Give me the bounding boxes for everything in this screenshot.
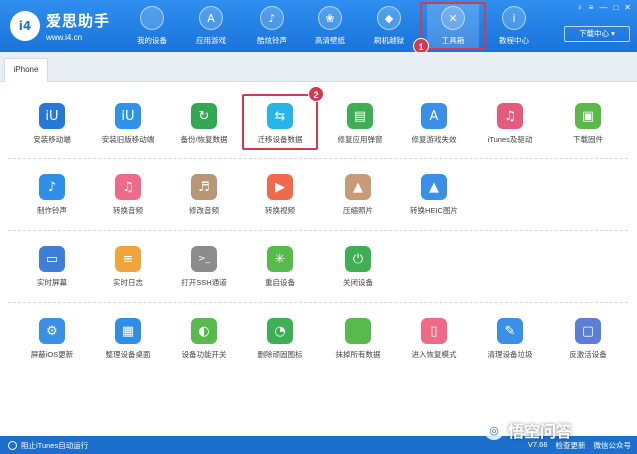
tool-erase-all-data[interactable]: 抹掉所有数据 [320, 318, 396, 370]
tool-convert-video[interactable]: ▶ 转换视频 [242, 174, 318, 226]
ringtone-icon: ♪ [39, 174, 65, 200]
tool-deactivate-device[interactable]: ▢ 反激活设备 [550, 318, 626, 370]
info-icon: i [502, 6, 526, 30]
tool-install-mobile[interactable]: iU 安装移动端 [14, 103, 90, 155]
edit-audio-icon: ♬ [191, 174, 217, 200]
erase-icon [345, 318, 371, 344]
itunes-autorun-toggle[interactable]: 阻止iTunes自动运行 [8, 440, 88, 451]
firmware-icon: ▣ [575, 103, 601, 129]
bell-icon: ♪ [260, 6, 284, 30]
wukong-logo-icon: ◎ [484, 420, 504, 440]
block-update-icon: ⚙ [39, 318, 65, 344]
tool-itunes-driver[interactable]: ♫ iTunes及驱动 [472, 103, 548, 155]
fix-game-icon: A [421, 103, 447, 129]
tool-convert-heic[interactable]: ▲ 转换HEIC图片 [396, 174, 472, 226]
deactivate-icon: ▢ [575, 318, 601, 344]
tab-iphone[interactable]: iPhone [4, 58, 48, 82]
menu-icon[interactable]: ≡ [589, 3, 594, 12]
close-icon[interactable]: ✕ [624, 3, 631, 12]
power-icon: ⏻ [345, 246, 371, 272]
delete-icon: ◔ [267, 318, 293, 344]
nav-ringtones[interactable]: ♪ 酷炫铃声 [246, 4, 298, 50]
tool-fix-game[interactable]: A 修复游戏失效 [396, 103, 472, 155]
dropbox-icon: ◆ [377, 6, 401, 30]
nav-apps-games[interactable]: A 应用游戏 [185, 4, 237, 50]
brand-url: www.i4.cn [46, 33, 83, 42]
tool-recovery-mode[interactable]: ▯ 进入恢复模式 [396, 318, 472, 370]
nav-tutorials[interactable]: i 教程中心 [488, 4, 540, 50]
heic-icon: ▲ [421, 174, 447, 200]
tool-delete-stubborn-icons[interactable]: ◔ 删除顽固图标 [242, 318, 318, 370]
compress-photo-icon: ▲ [345, 174, 371, 200]
row-divider [8, 230, 628, 231]
ssh-icon: >_ [191, 246, 217, 272]
top-bar: i4 爱思助手 www.i4.cn 我的设备 A 应用游戏 ♪ 酷炫铃声 ❀ 高… [0, 0, 637, 52]
nav-flash-jailbreak[interactable]: ◆ 刷机越狱 [363, 4, 415, 50]
shirt-icon[interactable]: ♀ [577, 3, 583, 12]
convert-video-icon: ▶ [267, 174, 293, 200]
nav-wallpapers[interactable]: ❀ 高清壁纸 [304, 4, 356, 50]
tool-clean-junk[interactable]: ✎ 清理设备垃圾 [472, 318, 548, 370]
maximize-icon[interactable]: □ [613, 3, 618, 12]
download-center-button[interactable]: 下载中心 ▾ [564, 26, 630, 42]
clean-icon: ✎ [497, 318, 523, 344]
fix-app-popup-icon: ▤ [347, 103, 373, 129]
restart-icon: ✳ [267, 246, 293, 272]
wukong-watermark: ◎ 悟空问答 [484, 418, 572, 442]
tool-device-switches[interactable]: ◐ 设备功能开关 [166, 318, 242, 370]
tool-block-ios-update[interactable]: ⚙ 屏蔽iOS更新 [14, 318, 90, 370]
minimize-icon[interactable]: — [599, 3, 607, 12]
tool-open-ssh[interactable]: >_ 打开SSH通道 [166, 246, 242, 298]
tool-organize-desktop[interactable]: ▦ 整理设备桌面 [90, 318, 166, 370]
convert-audio-icon: ♫ [115, 174, 141, 200]
wechat-link[interactable]: 微信公众号 [594, 440, 632, 451]
flower-icon: ❀ [318, 6, 342, 30]
screen-icon: ▭ [39, 246, 65, 272]
switch-icon: ◐ [191, 318, 217, 344]
row-divider [8, 302, 628, 303]
window-controls: ♀ ≡ — □ ✕ [577, 3, 631, 12]
migrate-highlight-box [242, 94, 318, 150]
i4-logo: i4 [10, 11, 40, 41]
tool-live-log[interactable]: ≡ 实时日志 [90, 246, 166, 298]
tool-download-firmware[interactable]: ▣ 下载固件 [550, 103, 626, 155]
backup-restore-icon: ↻ [191, 103, 217, 129]
annotation-badge-2: 2 [308, 86, 324, 102]
i4-legacy-app-icon: iU [115, 103, 141, 129]
itunes-icon: ♫ [497, 103, 523, 129]
tool-restart-device[interactable]: ✳ 重启设备 [242, 246, 318, 298]
tool-edit-audio[interactable]: ♬ 修改音频 [166, 174, 242, 226]
tool-fix-app-popup[interactable]: ▤ 修复应用弹窗 [322, 103, 398, 155]
radio-icon [8, 441, 17, 450]
desktop-icon: ▦ [115, 318, 141, 344]
recovery-icon: ▯ [421, 318, 447, 344]
app-store-icon: A [199, 6, 223, 30]
apple-icon [140, 6, 164, 30]
toolbox-highlight-box [420, 2, 486, 50]
i4-app-icon: iU [39, 103, 65, 129]
row-divider [8, 158, 628, 159]
tool-live-screen[interactable]: ▭ 实时屏幕 [14, 246, 90, 298]
nav-my-device[interactable]: 我的设备 [126, 4, 178, 50]
tool-make-ringtone[interactable]: ♪ 制作铃声 [14, 174, 90, 226]
device-tab-bar: iPhone [0, 52, 637, 82]
tool-install-legacy-mobile[interactable]: iU 安装旧版移动端 [90, 103, 166, 155]
tool-backup-restore[interactable]: ↻ 备份/恢复数据 [166, 103, 242, 155]
log-icon: ≡ [115, 246, 141, 272]
tool-compress-photo[interactable]: ▲ 压缩照片 [320, 174, 396, 226]
brand: i4 爱思助手 www.i4.cn [10, 10, 110, 42]
tool-shutdown-device[interactable]: ⏻ 关闭设备 [320, 246, 396, 298]
brand-name: 爱思助手 [46, 13, 111, 30]
tool-convert-audio[interactable]: ♫ 转换音频 [90, 174, 166, 226]
